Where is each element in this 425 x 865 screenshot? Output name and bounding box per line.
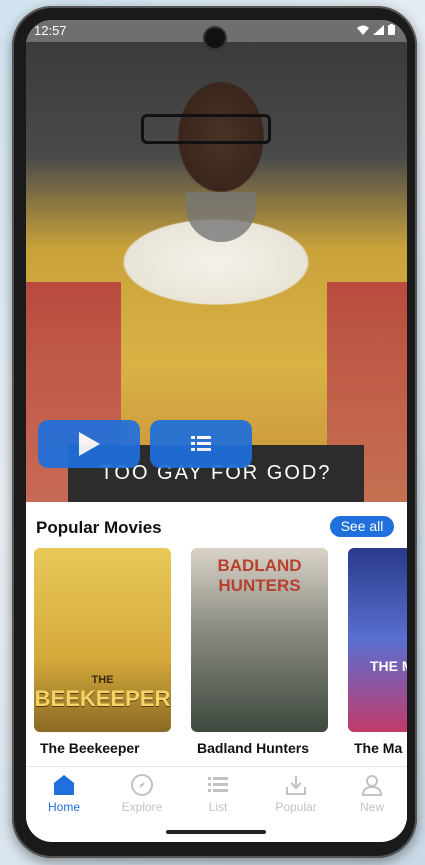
bottom-navigation: Home Explore List Popular New [26, 766, 407, 823]
list-icon [191, 436, 211, 451]
nav-explore[interactable]: Explore [104, 773, 180, 814]
compass-icon [131, 774, 153, 796]
movie-card[interactable]: BADLAND HUNTERS Badland Hunters [191, 548, 328, 756]
home-indicator[interactable] [166, 830, 266, 834]
battery-icon [388, 24, 395, 35]
nav-new[interactable]: New [334, 773, 407, 814]
movie-title: The Beekeeper [40, 740, 140, 756]
movie-poster: THE M [348, 548, 407, 732]
status-icons [357, 24, 395, 35]
download-icon [286, 776, 306, 795]
signal-icon [373, 24, 384, 35]
nav-label: Explore [121, 800, 163, 814]
nav-label: Popular [275, 800, 317, 814]
wifi-icon [357, 25, 369, 35]
app-screen: 12:57 TOO GAY FOR GOD? Popular Movies Se… [26, 20, 407, 842]
list-icon [208, 777, 228, 792]
status-time: 12:57 [34, 23, 67, 38]
add-to-list-button[interactable] [150, 420, 252, 468]
movie-carousel[interactable]: THE BEEKEEPER The Beekeeper BADLAND HUNT… [34, 548, 407, 763]
nav-home[interactable]: Home [26, 773, 102, 814]
nav-label: Home [47, 800, 80, 814]
movie-card[interactable]: THE M The Ma [348, 548, 407, 756]
poster-text: THE M [370, 658, 407, 674]
nav-label: List [208, 800, 228, 814]
poster-text: BEEKEEPER [34, 686, 171, 711]
see-all-button[interactable]: See all [330, 516, 394, 537]
nav-popular[interactable]: Popular [258, 773, 334, 814]
movie-title: Badland Hunters [197, 740, 310, 756]
movie-card[interactable]: THE BEEKEEPER The Beekeeper [34, 548, 171, 756]
poster-text: BADLAND HUNTERS [217, 556, 302, 595]
poster-text: THE [91, 674, 114, 686]
movie-poster: BADLAND HUNTERS [191, 548, 328, 732]
hero-image-glasses [141, 114, 271, 144]
play-button[interactable] [38, 420, 140, 468]
section-title-popular: Popular Movies [36, 518, 162, 537]
home-icon [54, 775, 74, 795]
nav-list[interactable]: List [180, 773, 256, 814]
nav-label: New [359, 800, 384, 814]
movie-poster: THE BEEKEEPER [34, 548, 171, 732]
play-icon [79, 432, 100, 456]
front-camera [205, 28, 225, 48]
movie-title: The Ma [354, 740, 403, 756]
person-icon [361, 775, 383, 796]
hero-image-beard [186, 192, 256, 242]
